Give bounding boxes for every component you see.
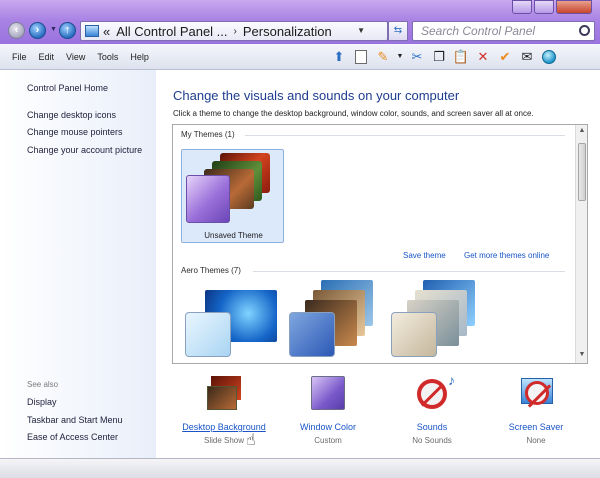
menu-tools[interactable]: Tools bbox=[97, 52, 118, 62]
control-panel-icon bbox=[85, 25, 99, 37]
window-color-icon bbox=[311, 376, 345, 412]
screen-saver-disabled-icon bbox=[519, 376, 553, 412]
status-bar bbox=[0, 458, 600, 478]
clipboard-icon[interactable]: 📋 bbox=[452, 47, 470, 66]
breadcrumb-separator-icon[interactable]: › bbox=[234, 26, 237, 37]
blank-page-icon[interactable] bbox=[352, 47, 370, 66]
group-divider bbox=[245, 135, 565, 136]
glass-color-swatch bbox=[289, 312, 335, 357]
taskbar-start-menu-link[interactable]: Taskbar and Start Menu bbox=[27, 415, 123, 425]
group-divider bbox=[253, 271, 565, 272]
aero-themes-label: Aero Themes (7) bbox=[181, 266, 241, 275]
recent-pages-dropdown-icon[interactable]: ▼ bbox=[50, 26, 57, 33]
hand-cursor-icon: ☝ bbox=[246, 432, 256, 449]
window-titlebar: ‹ › ▼ ↑ « All Control Panel ... › Person… bbox=[0, 0, 600, 44]
window-color-setting[interactable]: Window Color Custom bbox=[280, 376, 376, 445]
desktop-background-label[interactable]: Desktop Background bbox=[176, 422, 272, 432]
email-icon[interactable]: ✉ bbox=[518, 47, 536, 66]
scroll-up-icon[interactable]: ▲ bbox=[577, 127, 587, 137]
gallery-scrollbar[interactable]: ▲ ▼ bbox=[575, 125, 587, 363]
page-subtitle: Click a theme to change the desktop back… bbox=[173, 109, 534, 118]
change-desktop-icons-link[interactable]: Change desktop icons bbox=[27, 110, 116, 120]
page-title: Change the visuals and sounds on your co… bbox=[173, 88, 460, 103]
search-input[interactable]: Search Control Panel bbox=[412, 21, 595, 41]
glass-color-swatch bbox=[185, 312, 231, 357]
desktop-background-icon bbox=[207, 376, 241, 412]
highlighter-icon[interactable]: ✎ bbox=[374, 47, 392, 66]
scissors-icon[interactable]: ✂ bbox=[408, 47, 426, 66]
copy-icon[interactable]: ❐ bbox=[430, 47, 448, 66]
save-theme-link[interactable]: Save theme bbox=[403, 251, 446, 260]
address-bar[interactable]: « All Control Panel ... › Personalizatio… bbox=[80, 21, 388, 41]
desktop-background-setting[interactable]: Desktop Background Slide Show bbox=[176, 376, 272, 445]
display-link[interactable]: Display bbox=[27, 397, 57, 407]
control-panel-home-link[interactable]: Control Panel Home bbox=[27, 83, 108, 93]
sounds-value: No Sounds bbox=[412, 436, 452, 445]
refresh-button[interactable]: ⇆ bbox=[388, 21, 408, 41]
address-dropdown-icon[interactable]: ▼ bbox=[357, 26, 365, 35]
minimize-button[interactable] bbox=[512, 0, 532, 14]
toolbar-icons: ⬆ ✎ ▼ ✂ ❐ 📋 ✕ ✔ ✉ bbox=[330, 47, 558, 66]
desktop-background-value: Slide Show bbox=[203, 436, 245, 445]
menu-toolbar: File Edit View Tools Help ⬆ ✎ ▼ ✂ ❐ 📋 ✕ … bbox=[0, 44, 600, 70]
get-more-themes-link[interactable]: Get more themes online bbox=[464, 251, 549, 260]
close-button[interactable] bbox=[556, 0, 592, 14]
dropdown-icon[interactable]: ▼ bbox=[396, 47, 404, 66]
window-controls bbox=[512, 0, 592, 14]
maximize-button[interactable] bbox=[534, 0, 554, 14]
up-button[interactable]: ↑ bbox=[59, 22, 76, 39]
globe-icon[interactable] bbox=[540, 47, 558, 66]
menu-help[interactable]: Help bbox=[130, 52, 149, 62]
scroll-down-icon[interactable]: ▼ bbox=[577, 351, 587, 361]
window-color-label[interactable]: Window Color bbox=[280, 422, 376, 432]
see-also-heading: See also bbox=[27, 380, 59, 389]
menu-file[interactable]: File bbox=[12, 52, 27, 62]
change-account-picture-link[interactable]: Change your account picture bbox=[27, 145, 142, 155]
sounds-setting[interactable]: ♪ Sounds No Sounds bbox=[384, 372, 480, 445]
scroll-thumb[interactable] bbox=[578, 143, 586, 201]
menu-edit[interactable]: Edit bbox=[39, 52, 55, 62]
menu-bar: File Edit View Tools Help bbox=[12, 52, 149, 62]
breadcrumb-all-control-panel[interactable]: All Control Panel ... bbox=[116, 24, 227, 39]
screen-saver-value: None bbox=[526, 436, 546, 445]
my-themes-label: My Themes (1) bbox=[181, 130, 235, 139]
ease-of-access-link[interactable]: Ease of Access Center bbox=[27, 432, 118, 442]
search-placeholder: Search Control Panel bbox=[421, 24, 536, 38]
unsaved-theme-tile[interactable]: Unsaved Theme bbox=[181, 149, 284, 243]
delete-x-icon[interactable]: ✕ bbox=[474, 47, 492, 66]
breadcrumb-personalization[interactable]: Personalization bbox=[243, 24, 332, 39]
sounds-label[interactable]: Sounds bbox=[384, 422, 480, 432]
glass-color-swatch bbox=[391, 312, 437, 357]
up-arrow-icon[interactable]: ⬆ bbox=[330, 47, 348, 66]
sounds-disabled-icon: ♪ bbox=[415, 372, 455, 412]
back-button[interactable]: ‹ bbox=[8, 22, 25, 39]
forward-button[interactable]: › bbox=[29, 22, 46, 39]
theme-gallery[interactable]: My Themes (1) Unsaved Theme Save theme G… bbox=[172, 124, 588, 364]
breadcrumb-overflow[interactable]: « bbox=[103, 24, 110, 39]
window-color-value: Custom bbox=[314, 436, 342, 445]
left-nav-panel: Control Panel Home Change desktop icons … bbox=[0, 70, 156, 458]
unsaved-theme-label: Unsaved Theme bbox=[204, 231, 263, 240]
checkmark-icon[interactable]: ✔ bbox=[496, 47, 514, 66]
change-mouse-pointers-link[interactable]: Change mouse pointers bbox=[27, 127, 123, 137]
search-icon[interactable] bbox=[579, 25, 590, 36]
screen-saver-label[interactable]: Screen Saver bbox=[488, 422, 584, 432]
screen-saver-setting[interactable]: Screen Saver None bbox=[488, 376, 584, 445]
menu-view[interactable]: View bbox=[66, 52, 85, 62]
